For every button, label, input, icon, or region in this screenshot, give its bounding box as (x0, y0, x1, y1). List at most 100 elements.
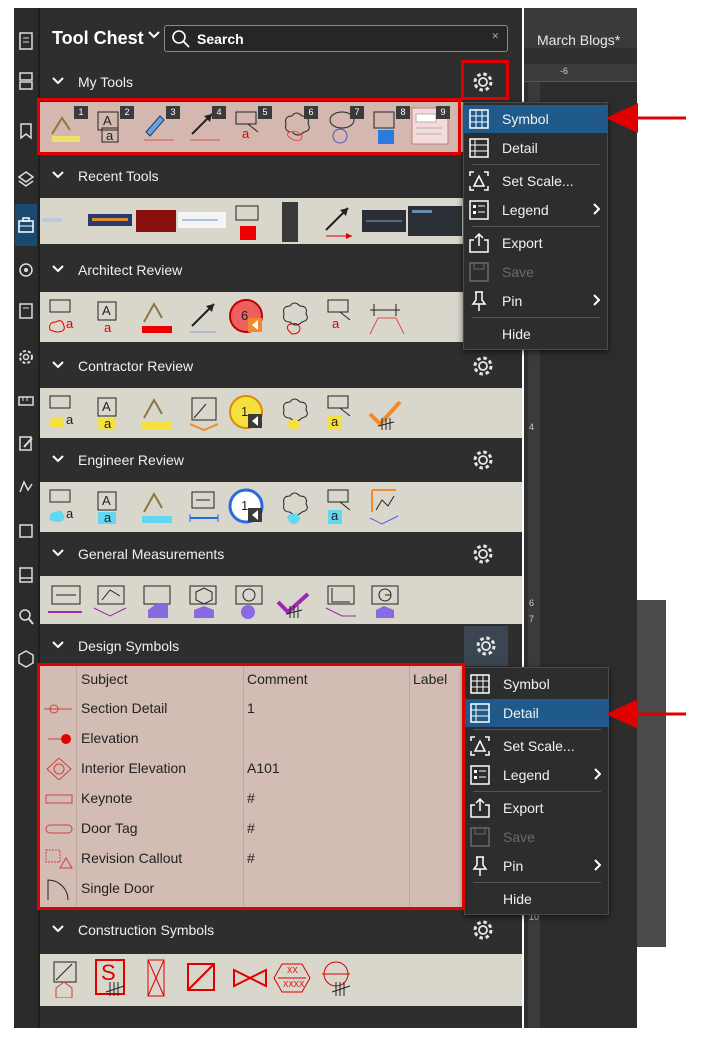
menu-item-detail[interactable]: Detail (464, 134, 608, 162)
menu-item-pin[interactable]: Pin (464, 287, 608, 315)
section-header-recent-tools[interactable]: Recent Tools (40, 156, 522, 196)
tool-text-cyan[interactable]: Aa (92, 486, 132, 526)
tool-highlight-red[interactable] (138, 296, 178, 336)
tool-construction-area[interactable] (50, 958, 90, 999)
menu-item-set-scale[interactable]: Set Scale... (464, 167, 608, 195)
tool-perimeter[interactable] (366, 486, 406, 526)
measurements-icon[interactable] (15, 390, 37, 412)
gear-icon[interactable] (473, 633, 499, 659)
tool-area-orange[interactable] (186, 392, 226, 432)
tool-dimension[interactable] (366, 296, 406, 336)
recent-tool-1[interactable] (40, 204, 80, 238)
chevron-down-icon[interactable] (52, 924, 64, 934)
document-tab[interactable]: March Blogs* (524, 8, 637, 48)
hexagon-icon[interactable] (15, 648, 37, 670)
section-header-architect-review[interactable]: Architect Review (40, 250, 522, 290)
menu-item-detail[interactable]: Detail (465, 699, 609, 727)
menu-item-export[interactable]: Export (465, 794, 609, 822)
recent-tool-7[interactable] (322, 202, 362, 242)
chevron-down-icon[interactable] (52, 640, 64, 650)
tool-measure-length[interactable] (46, 580, 86, 620)
tool-measure-count[interactable] (274, 580, 314, 620)
search-input[interactable] (197, 29, 477, 48)
chevron-down-icon[interactable] (148, 30, 160, 40)
tool-construction-target[interactable] (320, 958, 360, 998)
gear-icon[interactable] (470, 353, 496, 379)
tool-cloud-callout-yellow[interactable]: a (46, 392, 86, 432)
menu-item-hide[interactable]: Hide (464, 320, 608, 348)
recent-tool-4[interactable] (178, 212, 226, 228)
tool-count-check[interactable] (366, 392, 406, 432)
recent-tool-2[interactable] (88, 212, 132, 230)
search-box[interactable]: ✕ (164, 25, 508, 52)
clear-icon[interactable]: ✕ (491, 31, 499, 42)
chevron-down-icon[interactable] (52, 76, 64, 86)
recent-tool-3[interactable] (136, 210, 176, 232)
chevron-down-icon[interactable] (52, 548, 64, 558)
chevron-down-icon[interactable] (52, 454, 64, 464)
thumbnails-icon[interactable] (15, 70, 37, 92)
form-icon[interactable] (15, 520, 37, 542)
section-header-general-measurements[interactable]: General Measurements (40, 534, 522, 574)
edit-icon[interactable] (15, 432, 37, 454)
properties-icon[interactable] (15, 260, 37, 282)
tool-highlight-cyan[interactable] (138, 486, 178, 526)
gear-icon[interactable] (470, 447, 496, 473)
tool-measure-radius[interactable] (366, 580, 406, 620)
menu-item-pin[interactable]: Pin (465, 852, 609, 880)
tool-length-blue[interactable] (186, 486, 226, 526)
tool-measure-diameter[interactable] (230, 580, 270, 620)
tool-cloud-yellow[interactable] (276, 392, 316, 432)
tool-construction-bowtie[interactable] (230, 958, 270, 998)
recent-tool-5[interactable] (232, 202, 272, 242)
chevron-down-icon[interactable] (52, 170, 64, 180)
gear-icon[interactable] (470, 917, 496, 943)
tool-construction-box-diag[interactable] (184, 958, 224, 998)
tool-cloud-shape[interactable] (276, 296, 316, 336)
tool-measure-volume[interactable] (184, 580, 224, 620)
menu-item-hide[interactable]: Hide (465, 885, 609, 913)
tool-callout-red[interactable]: a (324, 296, 364, 336)
tool-arrow-plain[interactable] (186, 296, 226, 336)
sets-icon[interactable] (15, 564, 37, 586)
markups-list-icon[interactable] (15, 300, 37, 322)
tool-count-yellow[interactable]: 1 (226, 392, 266, 432)
tool-highlight-yellow[interactable] (138, 392, 178, 432)
menu-item-legend[interactable]: Legend (464, 196, 608, 224)
section-header-construction-symbols[interactable]: Construction Symbols (40, 910, 522, 950)
section-header-my-tools[interactable]: My Tools (40, 62, 522, 102)
menu-item-symbol[interactable]: Symbol (464, 105, 608, 133)
tool-count-stamp[interactable]: 6 (226, 296, 266, 336)
tool-cloud-callout-cyan[interactable]: a (46, 486, 86, 526)
chevron-down-icon[interactable] (52, 360, 64, 370)
tool-count-blue[interactable]: 1 (226, 486, 266, 526)
tool-construction-box-x[interactable] (140, 958, 180, 998)
menu-item-symbol[interactable]: Symbol (465, 670, 609, 698)
signatures-icon[interactable] (15, 476, 37, 498)
panel-title[interactable]: Tool Chest (52, 28, 144, 49)
section-header-contractor-review[interactable]: Contractor Review (40, 346, 522, 386)
gear-button-active[interactable] (464, 626, 508, 666)
gear-icon[interactable] (470, 541, 496, 567)
menu-item-export[interactable]: Export (464, 229, 608, 257)
pages-icon[interactable] (15, 30, 37, 52)
recent-tool-9[interactable] (408, 206, 462, 236)
recent-tool-6[interactable] (280, 202, 300, 242)
tool-construction-hexagon[interactable]: XX XXXX (272, 958, 312, 998)
tool-callout-yellow[interactable]: a (324, 392, 364, 432)
tool-construction-stamp[interactable]: S (94, 958, 134, 998)
section-header-design-symbols[interactable]: Design Symbols (40, 626, 522, 666)
menu-item-legend[interactable]: Legend (465, 761, 609, 789)
tool-chest-icon[interactable] (15, 204, 37, 246)
bookmarks-icon[interactable] (15, 120, 37, 142)
tool-measure-polylength[interactable] (92, 580, 132, 620)
chevron-down-icon[interactable] (52, 264, 64, 274)
tool-cloud-cyan[interactable] (276, 486, 316, 526)
tool-measure-area[interactable] (138, 580, 178, 620)
layers-icon[interactable] (15, 168, 37, 190)
settings-gear-icon[interactable] (15, 346, 37, 368)
menu-item-set-scale[interactable]: Set Scale... (465, 732, 609, 760)
tool-cloud-callout[interactable]: a (46, 296, 86, 336)
tool-text-a[interactable]: Aa (92, 296, 132, 336)
tool-measure-angle[interactable] (322, 580, 362, 620)
